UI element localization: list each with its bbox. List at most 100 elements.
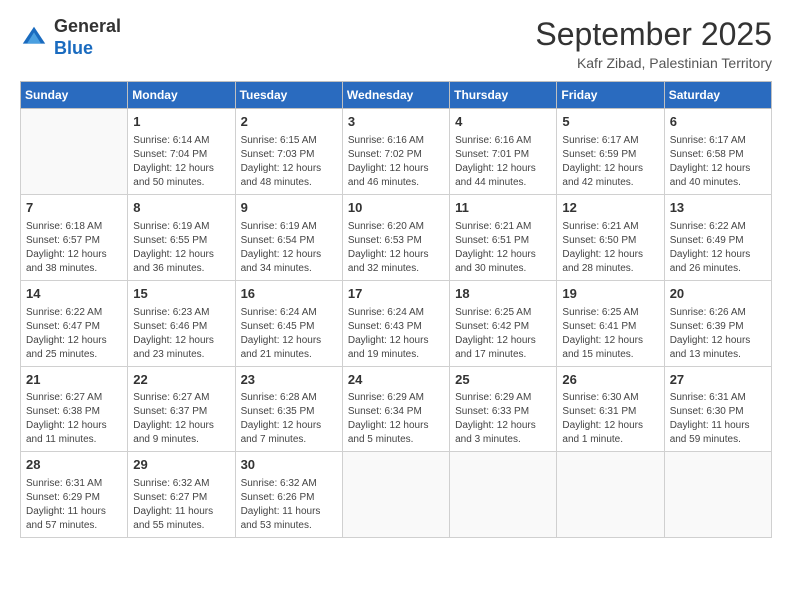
- day-cell: 16Sunrise: 6:24 AM Sunset: 6:45 PM Dayli…: [235, 280, 342, 366]
- day-info: Sunrise: 6:25 AM Sunset: 6:42 PM Dayligh…: [455, 306, 551, 362]
- day-info: Sunrise: 6:30 AM Sunset: 6:31 PM Dayligh…: [562, 391, 658, 447]
- day-number: 24: [348, 371, 444, 390]
- day-cell: 10Sunrise: 6:20 AM Sunset: 6:53 PM Dayli…: [342, 194, 449, 280]
- day-cell: 5 Sunrise: 6:17 AM Sunset: 6:59 PM Daylig…: [557, 109, 664, 195]
- logo-icon: [20, 24, 48, 52]
- day-number: 26: [562, 371, 658, 390]
- day-number: 30: [241, 456, 337, 475]
- day-number: 9: [241, 199, 337, 218]
- day-cell: 8 Sunrise: 6:19 AM Sunset: 6:55 PM Daylig…: [128, 194, 235, 280]
- day-info: Sunrise: 6:29 AM Sunset: 6:33 PM Dayligh…: [455, 391, 551, 447]
- day-cell: 17 Sunrise: 6:24 AM Sunset: 6:43 PM Dayli…: [342, 280, 449, 366]
- day-number: 18: [455, 285, 551, 304]
- day-number: 10: [348, 199, 444, 218]
- day-cell: [21, 109, 128, 195]
- day-number: 4: [455, 113, 551, 132]
- day-info: Sunrise: 6:27 AM Sunset: 6:37 PM Dayligh…: [133, 391, 229, 447]
- day-info: Sunrise: 6:25 AM Sunset: 6:41 PM Dayligh…: [562, 306, 658, 362]
- day-cell: 2 Sunrise: 6:15 AM Sunset: 7:03 PM Daylig…: [235, 109, 342, 195]
- day-info: Sunrise: 6:24 AM Sunset: 6:45 PM Dayligh…: [241, 306, 337, 362]
- logo-text: General Blue: [54, 16, 121, 59]
- weekday-wednesday: Wednesday: [342, 82, 449, 109]
- day-info: Sunrise: 6:16 AM Sunset: 7:02 PM Dayligh…: [348, 134, 444, 190]
- day-info: Sunrise: 6:29 AM Sunset: 6:34 PM Dayligh…: [348, 391, 444, 447]
- day-info: Sunrise: 6:32 AM Sunset: 6:27 PM Dayligh…: [133, 477, 229, 533]
- logo-general: General: [54, 16, 121, 36]
- day-number: 15: [133, 285, 229, 304]
- day-info: Sunrise: 6:15 AM Sunset: 7:03 PM Dayligh…: [241, 134, 337, 190]
- day-cell: 21Sunrise: 6:27 AM Sunset: 6:38 PM Dayli…: [21, 366, 128, 452]
- header: General Blue September 2025 Kafr Zibad, …: [20, 16, 772, 71]
- day-number: 13: [670, 199, 766, 218]
- day-cell: 7 Sunrise: 6:18 AM Sunset: 6:57 PM Daylig…: [21, 194, 128, 280]
- day-cell: 18 Sunrise: 6:25 AM Sunset: 6:42 PM Dayli…: [450, 280, 557, 366]
- day-info: Sunrise: 6:23 AM Sunset: 6:46 PM Dayligh…: [133, 306, 229, 362]
- weekday-header-row: SundayMondayTuesdayWednesdayThursdayFrid…: [21, 82, 772, 109]
- day-info: Sunrise: 6:21 AM Sunset: 6:50 PM Dayligh…: [562, 220, 658, 276]
- day-info: Sunrise: 6:22 AM Sunset: 6:47 PM Dayligh…: [26, 306, 122, 362]
- day-cell: 22Sunrise: 6:27 AM Sunset: 6:37 PM Dayli…: [128, 366, 235, 452]
- day-number: 22: [133, 371, 229, 390]
- day-number: 29: [133, 456, 229, 475]
- day-number: 6: [670, 113, 766, 132]
- day-cell: 25Sunrise: 6:29 AM Sunset: 6:33 PM Dayli…: [450, 366, 557, 452]
- day-cell: 20 Sunrise: 6:26 AM Sunset: 6:39 PM Dayli…: [664, 280, 771, 366]
- day-number: 14: [26, 285, 122, 304]
- weekday-thursday: Thursday: [450, 82, 557, 109]
- day-info: Sunrise: 6:26 AM Sunset: 6:39 PM Dayligh…: [670, 306, 766, 362]
- week-row-1: 1 Sunrise: 6:14 AM Sunset: 7:04 PM Daylig…: [21, 109, 772, 195]
- day-cell: 3 Sunrise: 6:16 AM Sunset: 7:02 PM Daylig…: [342, 109, 449, 195]
- day-info: Sunrise: 6:31 AM Sunset: 6:29 PM Dayligh…: [26, 477, 122, 533]
- day-cell: 14 Sunrise: 6:22 AM Sunset: 6:47 PM Dayli…: [21, 280, 128, 366]
- day-cell: 4 Sunrise: 6:16 AM Sunset: 7:01 PM Daylig…: [450, 109, 557, 195]
- day-info: Sunrise: 6:21 AM Sunset: 6:51 PM Dayligh…: [455, 220, 551, 276]
- title-area: September 2025 Kafr Zibad, Palestinian T…: [535, 16, 772, 71]
- day-info: Sunrise: 6:19 AM Sunset: 6:54 PM Dayligh…: [241, 220, 337, 276]
- day-number: 17: [348, 285, 444, 304]
- day-cell: 6 Sunrise: 6:17 AM Sunset: 6:58 PM Daylig…: [664, 109, 771, 195]
- day-number: 1: [133, 113, 229, 132]
- day-cell: [557, 452, 664, 538]
- logo: General Blue: [20, 16, 121, 59]
- day-info: Sunrise: 6:31 AM Sunset: 6:30 PM Dayligh…: [670, 391, 766, 447]
- day-info: Sunrise: 6:27 AM Sunset: 6:38 PM Dayligh…: [26, 391, 122, 447]
- day-cell: [342, 452, 449, 538]
- day-info: Sunrise: 6:17 AM Sunset: 6:59 PM Dayligh…: [562, 134, 658, 190]
- day-info: Sunrise: 6:16 AM Sunset: 7:01 PM Dayligh…: [455, 134, 551, 190]
- day-number: 5: [562, 113, 658, 132]
- day-cell: 13 Sunrise: 6:22 AM Sunset: 6:49 PM Dayli…: [664, 194, 771, 280]
- day-cell: 27Sunrise: 6:31 AM Sunset: 6:30 PM Dayli…: [664, 366, 771, 452]
- day-info: Sunrise: 6:19 AM Sunset: 6:55 PM Dayligh…: [133, 220, 229, 276]
- day-cell: 30 Sunrise: 6:32 AM Sunset: 6:26 PM Dayli…: [235, 452, 342, 538]
- day-cell: 23Sunrise: 6:28 AM Sunset: 6:35 PM Dayli…: [235, 366, 342, 452]
- day-number: 20: [670, 285, 766, 304]
- calendar: SundayMondayTuesdayWednesdayThursdayFrid…: [20, 81, 772, 538]
- day-number: 3: [348, 113, 444, 132]
- day-cell: 28Sunrise: 6:31 AM Sunset: 6:29 PM Dayli…: [21, 452, 128, 538]
- day-info: Sunrise: 6:24 AM Sunset: 6:43 PM Dayligh…: [348, 306, 444, 362]
- day-info: Sunrise: 6:14 AM Sunset: 7:04 PM Dayligh…: [133, 134, 229, 190]
- day-number: 25: [455, 371, 551, 390]
- day-cell: 26Sunrise: 6:30 AM Sunset: 6:31 PM Dayli…: [557, 366, 664, 452]
- month-title: September 2025: [535, 16, 772, 53]
- day-number: 11: [455, 199, 551, 218]
- logo-blue: Blue: [54, 38, 93, 58]
- location-title: Kafr Zibad, Palestinian Territory: [535, 55, 772, 71]
- day-info: Sunrise: 6:32 AM Sunset: 6:26 PM Dayligh…: [241, 477, 337, 533]
- day-number: 7: [26, 199, 122, 218]
- day-number: 27: [670, 371, 766, 390]
- day-cell: [450, 452, 557, 538]
- day-number: 19: [562, 285, 658, 304]
- day-info: Sunrise: 6:18 AM Sunset: 6:57 PM Dayligh…: [26, 220, 122, 276]
- day-cell: 12 Sunrise: 6:21 AM Sunset: 6:50 PM Dayli…: [557, 194, 664, 280]
- day-cell: 19 Sunrise: 6:25 AM Sunset: 6:41 PM Dayli…: [557, 280, 664, 366]
- week-row-3: 14 Sunrise: 6:22 AM Sunset: 6:47 PM Dayli…: [21, 280, 772, 366]
- day-number: 8: [133, 199, 229, 218]
- day-number: 2: [241, 113, 337, 132]
- day-number: 12: [562, 199, 658, 218]
- weekday-monday: Monday: [128, 82, 235, 109]
- day-info: Sunrise: 6:17 AM Sunset: 6:58 PM Dayligh…: [670, 134, 766, 190]
- day-info: Sunrise: 6:22 AM Sunset: 6:49 PM Dayligh…: [670, 220, 766, 276]
- day-cell: 11 Sunrise: 6:21 AM Sunset: 6:51 PM Dayli…: [450, 194, 557, 280]
- day-cell: 29 Sunrise: 6:32 AM Sunset: 6:27 PM Dayli…: [128, 452, 235, 538]
